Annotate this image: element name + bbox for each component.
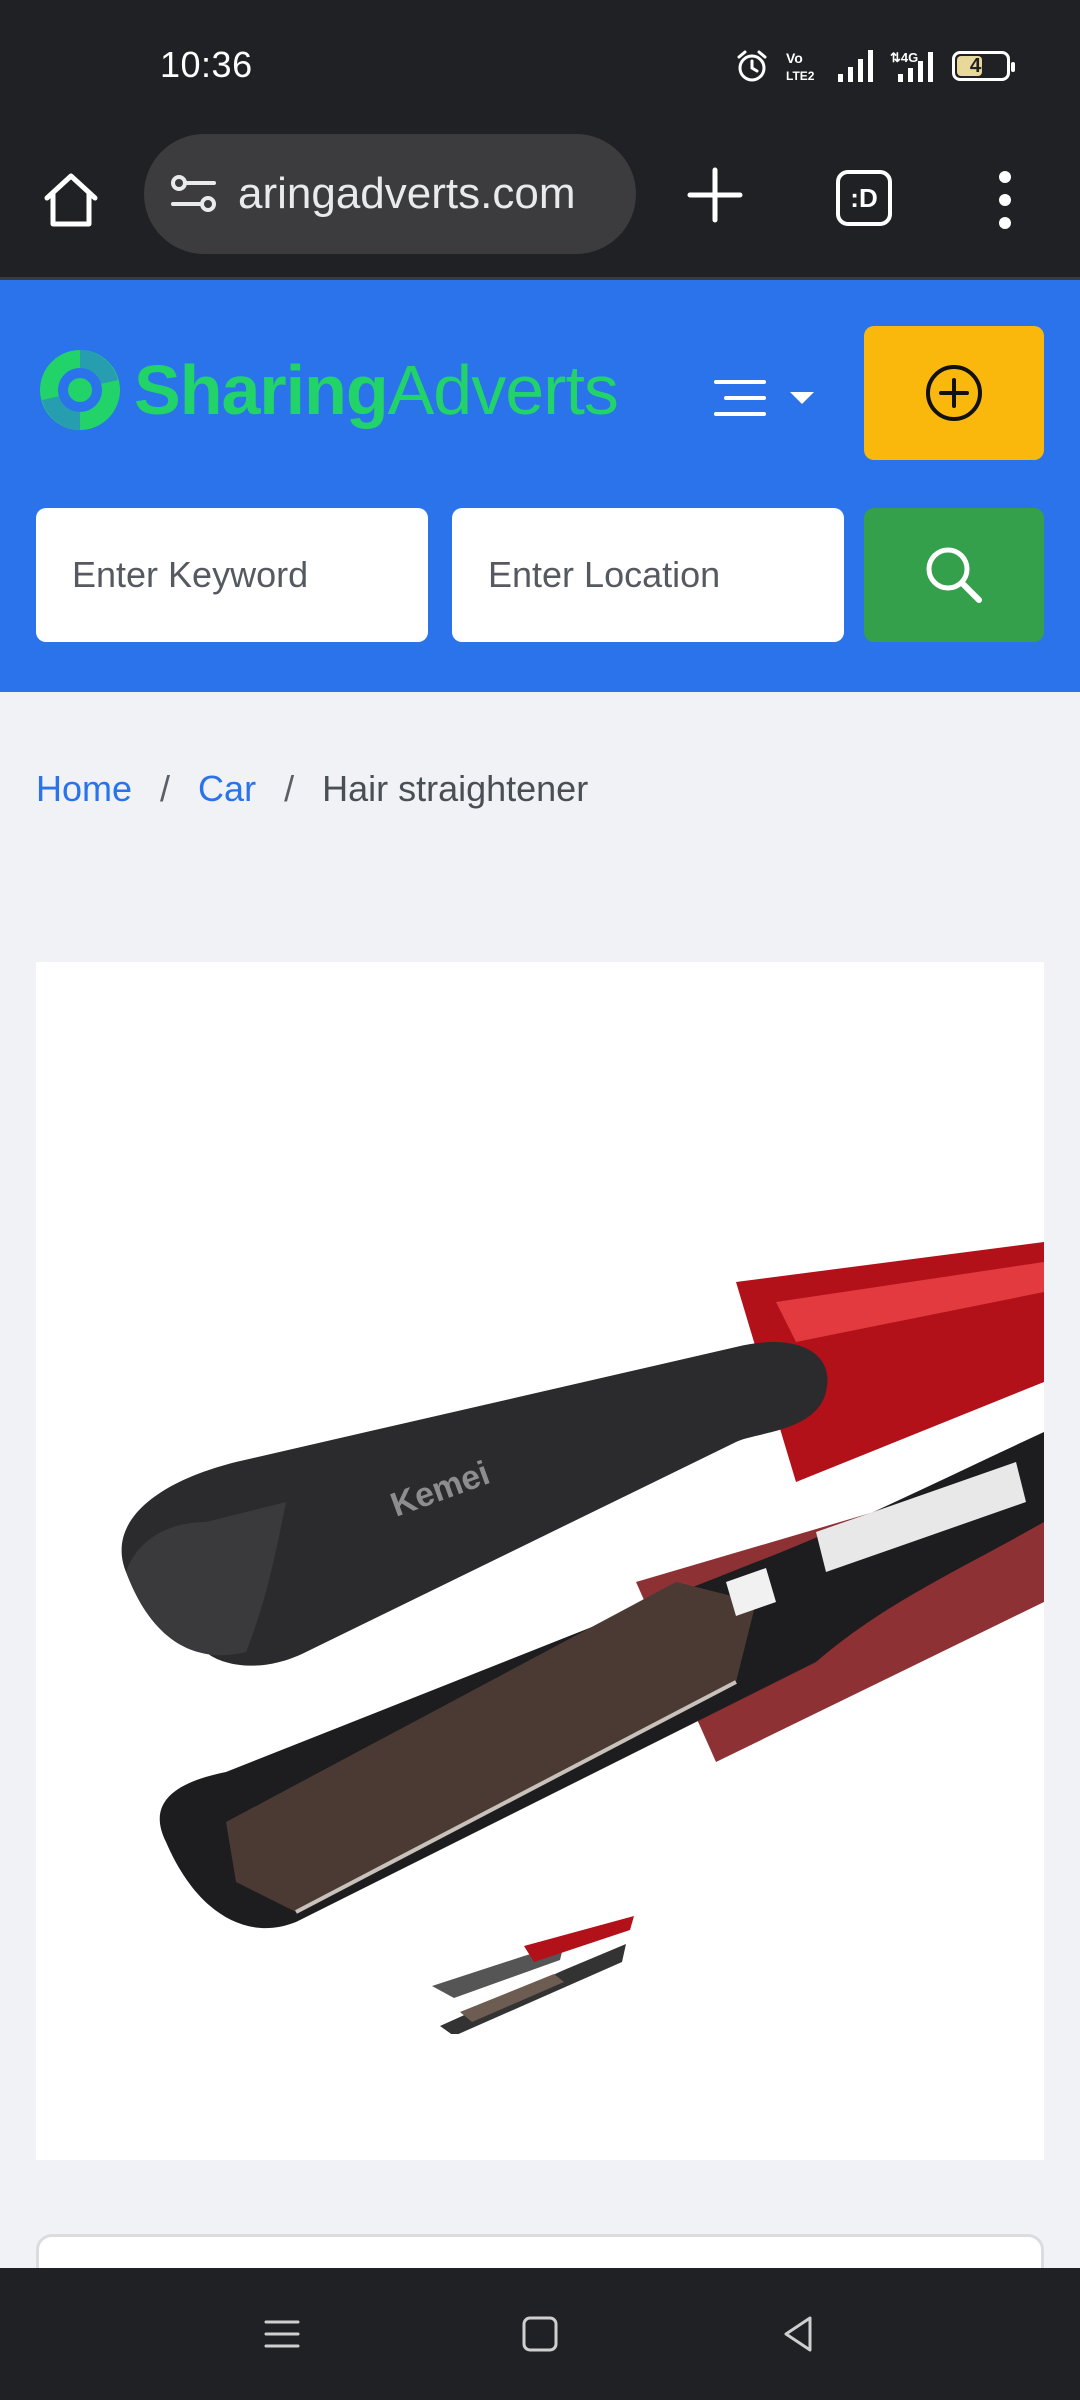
home-icon xyxy=(44,173,98,227)
keyword-input[interactable] xyxy=(72,554,428,596)
status-time: 10:36 xyxy=(160,44,253,85)
address-bar[interactable]: aringadverts.com xyxy=(144,134,636,254)
breadcrumb-category-link[interactable]: Car xyxy=(198,768,256,810)
battery-icon: 48 xyxy=(952,51,1015,81)
site-logo[interactable]: SharingAdverts xyxy=(38,332,619,448)
site-header: SharingAdverts xyxy=(0,280,1080,692)
breadcrumb-current: Hair straightener xyxy=(322,768,589,809)
volte-icon: Vo LTE2 xyxy=(786,50,815,83)
plus-circle-icon xyxy=(926,365,982,421)
alarm-icon xyxy=(737,50,767,82)
location-field[interactable] xyxy=(452,508,844,642)
home-square-icon xyxy=(522,2316,558,2352)
site-settings-icon[interactable] xyxy=(168,168,220,220)
more-menu-icon[interactable] xyxy=(985,165,1025,235)
url-text[interactable]: aringadverts.com xyxy=(238,169,575,219)
new-tab-icon[interactable] xyxy=(680,160,750,230)
breadcrumb-home-link[interactable]: Home xyxy=(36,768,132,810)
svg-text:LTE2: LTE2 xyxy=(786,69,815,83)
4g-signal-icon: ⇅4G xyxy=(890,50,933,82)
search-button[interactable] xyxy=(864,508,1044,642)
logo-mark-icon xyxy=(40,350,120,430)
logo-text-strong: Sharing xyxy=(134,351,389,429)
search-form xyxy=(36,508,1044,642)
menu-lines-icon xyxy=(714,380,766,416)
system-navigation-bar xyxy=(0,2268,1080,2400)
status-icons: Vo LTE2 ⇅4G 48 xyxy=(734,48,1015,84)
system-home-button[interactable] xyxy=(510,2304,570,2364)
caret-down-icon xyxy=(790,392,814,404)
svg-text:Vo: Vo xyxy=(786,50,803,66)
browser-toolbar: aringadverts.com :D xyxy=(0,130,1080,280)
breadcrumb-separator: / xyxy=(160,768,171,809)
breadcrumb-separator: / xyxy=(284,768,295,809)
recents-button[interactable] xyxy=(252,2304,312,2364)
product-thumbnail[interactable] xyxy=(414,1886,640,2036)
recents-icon xyxy=(264,2320,300,2348)
product-image-card: Kemei xyxy=(36,962,1044,2160)
status-bar: 10:36 Vo LTE2 ⇅4G 48 xyxy=(0,0,1080,130)
breadcrumb: Home / Car / Hair straightener xyxy=(36,768,588,810)
back-button[interactable] xyxy=(768,2304,828,2364)
battery-level: 48 xyxy=(969,54,993,77)
home-button[interactable] xyxy=(38,160,104,240)
thumbnail-image xyxy=(432,1916,634,2036)
svg-text:⇅4G: ⇅4G xyxy=(890,50,918,65)
back-icon xyxy=(784,2316,812,2352)
keyword-field[interactable] xyxy=(36,508,428,642)
nav-menu-toggle[interactable] xyxy=(712,368,822,428)
location-input[interactable] xyxy=(488,554,844,596)
logo-text: SharingAdverts xyxy=(134,350,619,430)
post-ad-button[interactable] xyxy=(864,326,1044,460)
logo-text-light: Adverts xyxy=(387,351,619,429)
signal-icon xyxy=(838,50,873,82)
tab-switcher-icon[interactable]: :D xyxy=(836,170,892,226)
search-icon xyxy=(926,547,982,603)
